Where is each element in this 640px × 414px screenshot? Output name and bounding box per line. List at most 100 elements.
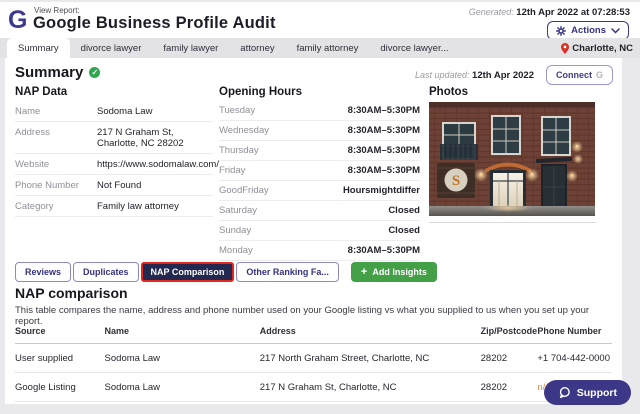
hours-row: Wednesday 8:30AM–5:30PM — [219, 121, 420, 141]
generated-label: Generated: — [469, 7, 514, 17]
day-label: Friday — [219, 165, 245, 176]
hours-row: GoodFriday Hoursmightdiffer — [219, 181, 420, 201]
col-phone: Phone Number — [537, 319, 612, 344]
tab-divorce-lawyer[interactable]: divorce lawyer — [70, 38, 153, 58]
hours-value: Hoursmightdiffer — [343, 185, 420, 196]
verified-check-icon: ✓ — [89, 67, 100, 78]
cell-phone: +1 704-442-0000 — [537, 344, 612, 373]
chat-bubble-icon — [558, 386, 571, 399]
day-label: GoodFriday — [219, 185, 269, 196]
day-label: Tuesday — [219, 105, 255, 116]
last-updated-value: 12th Apr 2022 — [472, 70, 534, 81]
add-insights-label: Add Insights — [372, 267, 427, 277]
nap-data-heading: NAP Data — [15, 86, 213, 98]
add-insights-button[interactable]: + Add Insights — [351, 262, 437, 282]
nap-label: Website — [15, 159, 97, 170]
support-button[interactable]: Support — [544, 380, 631, 405]
connect-button-label: Connect — [556, 70, 592, 80]
nap-data-section: NAP Data Name Sodoma Law Address 217 N G… — [15, 86, 213, 217]
summary-heading: Summary ✓ — [15, 64, 100, 81]
business-photo[interactable]: S — [429, 102, 595, 216]
chevron-down-icon — [611, 28, 620, 34]
tab-family-attorney[interactable]: family attorney — [286, 38, 370, 58]
nap-row-website: Website https://www.sodomalaw.com/ — [15, 154, 213, 175]
chip-reviews[interactable]: Reviews — [15, 262, 71, 282]
opening-hours-heading: Opening Hours — [219, 86, 420, 98]
plus-icon: + — [361, 268, 367, 276]
nap-label: Name — [15, 106, 97, 117]
report-tab-bar: Summary divorce lawyer family lawyer att… — [0, 38, 640, 58]
hours-value: Closed — [388, 225, 420, 236]
nap-comparison-heading: NAP comparison — [15, 285, 128, 301]
app-window: G View Report: Google Business Profile A… — [0, 0, 640, 414]
hours-value: 8:30AM–5:30PM — [348, 245, 420, 256]
day-label: Monday — [219, 245, 253, 256]
nap-row-name: Name Sodoma Law — [15, 101, 213, 122]
cell-source: User supplied — [15, 344, 105, 373]
hours-row: Friday 8:30AM–5:30PM — [219, 161, 420, 181]
tab-summary[interactable]: Summary — [7, 38, 70, 58]
summary-heading-text: Summary — [15, 64, 83, 81]
nap-row-phone: Phone Number Not Found — [15, 175, 213, 196]
hours-row: Sunday Closed — [219, 221, 420, 241]
table-row-google-listing: Google Listing Sodoma Law 217 N Graham S… — [15, 373, 612, 402]
day-label: Wednesday — [219, 125, 269, 136]
table-row-user-supplied: User supplied Sodoma Law 217 North Graha… — [15, 344, 612, 373]
day-label: Sunday — [219, 225, 251, 236]
tab-attorney[interactable]: attorney — [229, 38, 285, 58]
nap-label: Phone Number — [15, 180, 97, 191]
chip-other-ranking-factors[interactable]: Other Ranking Fa... — [236, 262, 339, 282]
hours-value: 8:30AM–5:30PM — [348, 145, 420, 156]
app-header: G View Report: Google Business Profile A… — [0, 2, 640, 38]
col-zip: Zip/Postcode — [481, 319, 538, 344]
support-button-label: Support — [577, 387, 617, 399]
insight-tab-bar: Reviews Duplicates NAP Comparison Other … — [15, 262, 437, 282]
day-label: Saturday — [219, 205, 257, 216]
cell-zip: 28202 — [481, 344, 538, 373]
nap-row-address: Address 217 N Graham St, Charlotte, NC 2… — [15, 122, 213, 154]
tab-family-lawyer[interactable]: family lawyer — [152, 38, 229, 58]
google-g-icon: G — [596, 70, 603, 80]
app-logo: G — [8, 6, 27, 34]
website-link[interactable]: https://www.sodomalaw.com/ — [97, 159, 219, 170]
last-updated-label: Last updated: — [415, 70, 470, 80]
location-pin-icon — [561, 43, 569, 54]
page-title: Google Business Profile Audit — [33, 14, 276, 33]
actions-button-label: Actions — [571, 25, 606, 36]
nap-label: Address — [15, 127, 97, 138]
address-value: 217 N Graham St, Charlotte, NC 28202 — [97, 127, 213, 149]
day-label: Thursday — [219, 145, 259, 156]
nap-row-category: Category Family law attorney — [15, 196, 213, 217]
hours-row: Tuesday 8:30AM–5:30PM — [219, 101, 420, 121]
cell-zip: 28202 — [481, 373, 538, 402]
generated-timestamp: Generated: 12th Apr 2022 at 07:28:53 — [469, 7, 630, 18]
category-value: Family law attorney — [97, 201, 179, 212]
summary-panel: Summary ✓ Last updated: 12th Apr 2022 Co… — [5, 58, 622, 404]
photos-section: Photos — [429, 86, 596, 223]
connect-button[interactable]: Connect G — [546, 65, 613, 85]
hours-row: Thursday 8:30AM–5:30PM — [219, 141, 420, 161]
cell-address: 217 North Graham Street, Charlotte, NC — [260, 344, 481, 373]
report-location: Charlotte, NC — [561, 38, 633, 58]
hours-value: 8:30AM–5:30PM — [348, 125, 420, 136]
cell-name: Sodoma Law — [105, 373, 260, 402]
hours-value: Closed — [388, 205, 420, 216]
business-name-link[interactable]: Sodoma Law — [97, 106, 152, 117]
hours-value: 8:30AM–5:30PM — [348, 165, 420, 176]
cell-source: Google Listing — [15, 373, 105, 402]
last-updated: Last updated: 12th Apr 2022 — [415, 70, 534, 81]
nap-comparison-table: Source Name Address Zip/Postcode Phone N… — [15, 319, 612, 402]
hours-value: 8:30AM–5:30PM — [348, 105, 420, 116]
table-header-row: Source Name Address Zip/Postcode Phone N… — [15, 319, 612, 344]
opening-hours-section: Opening Hours Tuesday 8:30AM–5:30PM Wedne… — [219, 86, 420, 261]
nap-label: Category — [15, 201, 97, 212]
location-label: Charlotte, NC — [572, 43, 633, 54]
tab-divorce-lawyer-2[interactable]: divorce lawyer... — [369, 38, 459, 58]
hours-row: Monday 8:30AM–5:30PM — [219, 241, 420, 261]
chip-nap-comparison[interactable]: NAP Comparison — [141, 262, 235, 282]
chip-duplicates[interactable]: Duplicates — [73, 262, 139, 282]
hours-row: Saturday Closed — [219, 201, 420, 221]
col-address: Address — [260, 319, 481, 344]
col-source: Source — [15, 319, 105, 344]
gear-icon — [556, 26, 566, 36]
